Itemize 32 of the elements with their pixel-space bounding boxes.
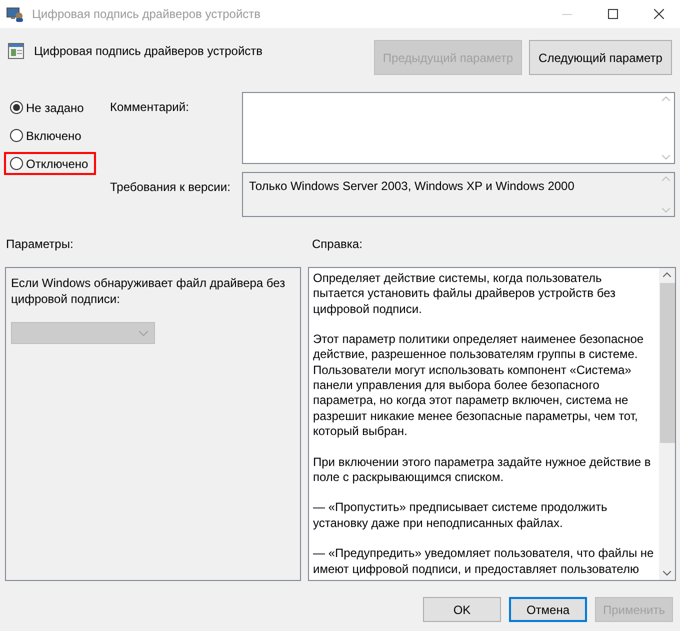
caret-icon bbox=[139, 330, 148, 336]
radio-option[interactable]: Не задано bbox=[4, 96, 96, 119]
section-label: Справка: bbox=[312, 236, 362, 252]
radio-button[interactable] bbox=[10, 129, 23, 142]
dialog-button[interactable]: Отмена bbox=[509, 597, 587, 622]
help-paragraph: Определяет действие системы, когда пользователь пытается установить файлы драйверов устройств без цифровой подписи. bbox=[313, 271, 616, 317]
field-label: Комментарий: bbox=[109, 99, 190, 116]
scroll-up-icon[interactable] bbox=[663, 272, 671, 277]
maximize-icon[interactable] bbox=[608, 9, 618, 19]
radio-option[interactable]: Отключено bbox=[4, 152, 96, 175]
help-paragraph: — «Пропустить» предписывает системе продолжить установку даже при неподписанных файлах. bbox=[313, 500, 608, 532]
dialog-button[interactable]: Следующий параметр bbox=[529, 40, 672, 75]
app-icon bbox=[6, 6, 24, 22]
scroll-down-icon[interactable] bbox=[663, 571, 671, 576]
window-title: Цифровая подпись драйверов устройств bbox=[32, 6, 261, 23]
scrollbar[interactable] bbox=[659, 268, 675, 580]
radio-option[interactable]: Включено bbox=[4, 124, 96, 147]
field-label: Требования к версии: bbox=[109, 179, 232, 196]
comment-field[interactable] bbox=[242, 92, 675, 164]
help-paragraph: Этот параметр политики определяет наименее безопасное действие, разрешенное пользователям группы в системе. Пользователи могут использовать компонент «Система» панели управления для выбора более безопасного параметра, но когда этот параметр включен, система не разрешит никакие менее безопасные параметры, чем тот, который выбран. bbox=[313, 332, 645, 440]
requirements-field: Только Windows Server 2003, Windows XP и Windows 2000 bbox=[242, 172, 675, 217]
scrollbar-thumb[interactable] bbox=[660, 283, 674, 443]
radio-button[interactable] bbox=[10, 101, 23, 114]
section-label: Параметры: bbox=[5, 236, 74, 252]
policy-icon bbox=[8, 43, 24, 59]
help-paragraph: При включении этого параметра задайте нужное действие в поле с раскрывающимся списком. bbox=[313, 454, 652, 486]
parameter-text: Если Windows обнаруживает файл драйвера без цифровой подписи: bbox=[11, 275, 286, 307]
help-paragraph: — «Предупредить» уведомляет пользователя, что файлы не имеют цифровой подписи, и предоставляет пользователю bbox=[313, 546, 655, 577]
radio-button[interactable] bbox=[10, 157, 23, 170]
dialog-button[interactable]: OK bbox=[423, 597, 501, 622]
close-icon[interactable] bbox=[654, 9, 664, 19]
policy-title: Цифровая подпись драйверов устройств bbox=[34, 43, 263, 60]
